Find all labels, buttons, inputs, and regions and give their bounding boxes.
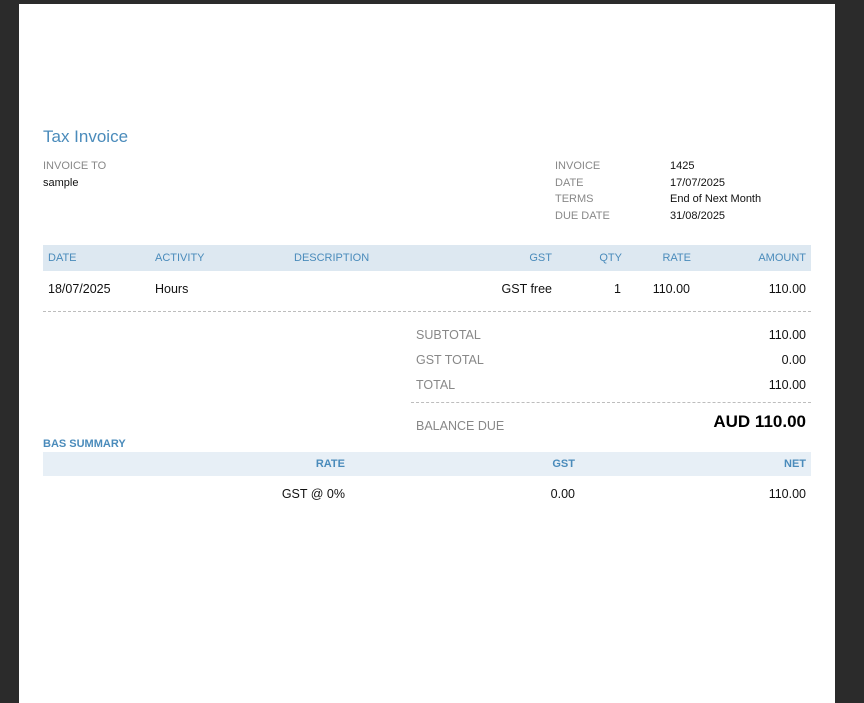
bas-col-header-gst: GST [552,458,575,470]
invoice-to-label: INVOICE TO [43,160,107,172]
bas-cell-net: 110.00 [768,487,806,501]
gst-total-label: GST TOTAL [416,353,484,367]
bas-col-header-net: NET [784,458,806,470]
total-label: TOTAL [416,378,456,392]
gst-total-value: 0.00 [781,353,806,367]
meta-value-due-date: 31/08/2025 [670,210,726,222]
bas-cell-rate: GST @ 0% [281,487,345,501]
cell-date: 18/07/2025 [48,282,111,296]
meta-value-invoice: 1425 [670,160,695,172]
bas-cell-gst: 0.00 [550,487,575,501]
items-table-header: DATE ACTIVITY DESCRIPTION GST QTY RATE A… [43,245,811,271]
col-header-amount: AMOUNT [758,252,806,264]
bas-summary-header: RATE GST NET [43,452,811,476]
invoice-page: Tax Invoice INVOICE TO sample INVOICE 14… [19,4,835,703]
invoice-to-value: sample [43,177,79,189]
cell-qty: 1 [614,282,621,296]
cell-rate: 110.00 [652,282,690,296]
col-header-date: DATE [48,252,77,264]
col-header-description: DESCRIPTION [294,252,370,264]
balance-due-label: BALANCE DUE [416,419,505,433]
invoice-title: Tax Invoice [43,127,129,146]
col-header-gst: GST [529,252,552,264]
cell-gst: GST free [501,282,552,296]
cell-amount: 110.00 [768,282,806,296]
col-header-activity: ACTIVITY [155,252,205,264]
totals-divider [411,402,811,403]
cell-activity: Hours [155,282,189,296]
table-divider [43,311,811,312]
col-header-rate: RATE [662,252,691,264]
bas-summary-title: BAS SUMMARY [43,438,126,450]
meta-label-date: DATE [555,177,584,189]
meta-value-date: 17/07/2025 [670,177,726,189]
col-header-qty: QTY [599,252,622,264]
meta-label-due-date: DUE DATE [555,210,610,222]
meta-label-terms: TERMS [555,193,594,205]
subtotal-value: 110.00 [768,328,806,342]
meta-label-invoice: INVOICE [555,160,601,172]
total-value: 110.00 [768,378,806,392]
bas-col-header-rate: RATE [315,458,345,470]
subtotal-label: SUBTOTAL [416,328,481,342]
balance-due-value: AUD 110.00 [713,412,806,431]
meta-value-terms: End of Next Month [670,193,762,205]
